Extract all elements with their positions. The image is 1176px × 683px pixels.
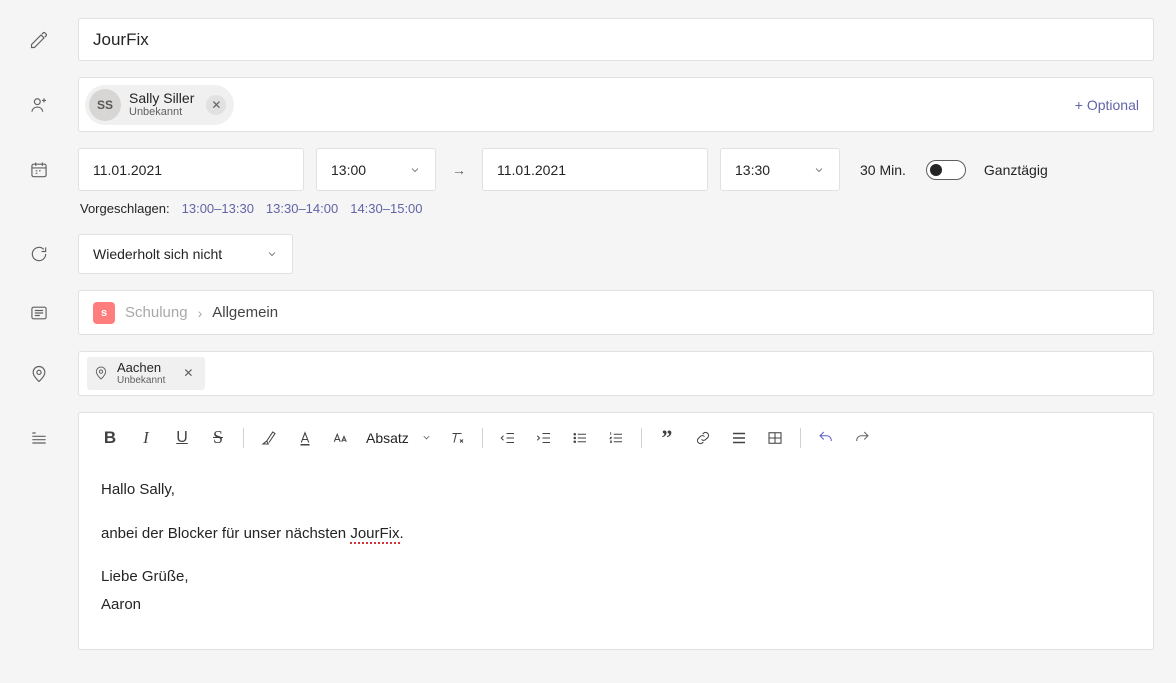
font-color-button[interactable] xyxy=(288,421,322,455)
location-sub: Unbekannt xyxy=(117,375,165,386)
table-button[interactable] xyxy=(758,421,792,455)
channel-icon xyxy=(0,303,78,323)
separator xyxy=(482,428,483,448)
suggestions-row: Vorgeschlagen: 13:00–13:30 13:30–14:00 1… xyxy=(0,199,1176,226)
attendee-input[interactable]: SS Sally Siller Unbekannt ✕ + Optional xyxy=(78,77,1154,132)
chevron-down-icon xyxy=(813,164,825,176)
end-time-text: 13:30 xyxy=(735,162,770,178)
link-button[interactable] xyxy=(686,421,720,455)
end-date-input[interactable]: 11.01.2021 xyxy=(482,148,708,191)
paragraph-label: Absatz xyxy=(366,430,409,446)
duration-text: 30 Min. xyxy=(852,162,914,178)
separator xyxy=(800,428,801,448)
chevron-down-icon xyxy=(409,164,421,176)
location-name: Aachen xyxy=(117,361,165,375)
location-chip: Aachen Unbekannt ✕ xyxy=(87,357,205,390)
number-list-button[interactable] xyxy=(599,421,633,455)
font-size-button[interactable] xyxy=(324,421,358,455)
recurrence-text: Wiederholt sich nicht xyxy=(93,246,222,262)
allday-label: Ganztägig xyxy=(984,162,1048,178)
suggest-slot-2[interactable]: 14:30–15:00 xyxy=(350,201,422,216)
underline-button[interactable]: U xyxy=(165,421,199,455)
channel-team: Schulung xyxy=(125,304,188,321)
redo-button[interactable] xyxy=(845,421,879,455)
optional-link[interactable]: + Optional xyxy=(1075,97,1139,113)
location-icon xyxy=(0,364,78,384)
chevron-down-icon xyxy=(421,432,432,443)
attendee-sub: Unbekannt xyxy=(129,106,194,119)
title-text: JourFix xyxy=(93,30,149,50)
separator xyxy=(641,428,642,448)
strike-button[interactable]: S xyxy=(201,421,235,455)
suggest-label: Vorgeschlagen: xyxy=(80,201,170,216)
team-avatar: s xyxy=(93,302,115,324)
attendee-name: Sally Siller xyxy=(129,90,194,107)
bold-button[interactable]: B xyxy=(93,421,127,455)
undo-button[interactable] xyxy=(809,421,843,455)
end-time-select[interactable]: 13:30 xyxy=(720,148,840,191)
datetime-icon xyxy=(0,160,78,180)
quote-button[interactable]: ” xyxy=(650,421,684,455)
paragraph-select[interactable]: Absatz xyxy=(360,430,438,446)
suggest-slot-1[interactable]: 13:30–14:00 xyxy=(266,201,338,216)
breadcrumb-sep: › xyxy=(198,305,203,321)
allday-toggle[interactable] xyxy=(926,160,966,180)
outdent-button[interactable] xyxy=(491,421,525,455)
title-icon xyxy=(0,30,78,50)
title-input[interactable]: JourFix xyxy=(78,18,1154,61)
clear-format-button[interactable] xyxy=(440,421,474,455)
highlight-button[interactable] xyxy=(252,421,286,455)
start-time-text: 13:00 xyxy=(331,162,366,178)
bullet-list-button[interactable] xyxy=(563,421,597,455)
editor-body[interactable]: Hallo Sally, anbei der Blocker für unser… xyxy=(79,463,1153,649)
attendee-chip: SS Sally Siller Unbekannt ✕ xyxy=(85,85,234,125)
body-line3: Liebe Grüße, xyxy=(101,564,1131,590)
start-time-select[interactable]: 13:00 xyxy=(316,148,436,191)
chevron-down-icon xyxy=(266,248,278,260)
channel-input[interactable]: s Schulung › Allgemein xyxy=(78,290,1154,335)
channel-name: Allgemein xyxy=(212,304,278,321)
location-pin-icon xyxy=(93,365,109,381)
recurrence-icon xyxy=(0,244,78,264)
editor-toolbar: B I U S Absatz xyxy=(79,413,1153,463)
start-date-input[interactable]: 11.01.2021 xyxy=(78,148,304,191)
body-line1: Hallo Sally, xyxy=(101,477,1131,503)
body-line2: anbei der Blocker für unser nächsten Jou… xyxy=(101,521,1131,547)
attendee-remove[interactable]: ✕ xyxy=(206,95,226,115)
italic-button[interactable]: I xyxy=(129,421,163,455)
attendee-icon xyxy=(0,95,78,115)
description-editor: B I U S Absatz xyxy=(78,412,1154,650)
start-date-text: 11.01.2021 xyxy=(93,162,162,178)
arrow-icon: → xyxy=(448,162,470,178)
end-date-text: 11.01.2021 xyxy=(497,162,566,178)
misspelled-word: JourFix xyxy=(350,525,399,544)
location-input[interactable]: Aachen Unbekannt ✕ xyxy=(78,351,1154,396)
indent-button[interactable] xyxy=(527,421,561,455)
attendee-avatar: SS xyxy=(89,89,121,121)
recurrence-select[interactable]: Wiederholt sich nicht xyxy=(78,234,293,274)
suggest-slot-0[interactable]: 13:00–13:30 xyxy=(182,201,254,216)
description-icon xyxy=(0,412,78,448)
hr-button[interactable] xyxy=(722,421,756,455)
separator xyxy=(243,428,244,448)
body-line4: Aaron xyxy=(101,592,1131,618)
location-remove[interactable]: ✕ xyxy=(179,364,197,382)
